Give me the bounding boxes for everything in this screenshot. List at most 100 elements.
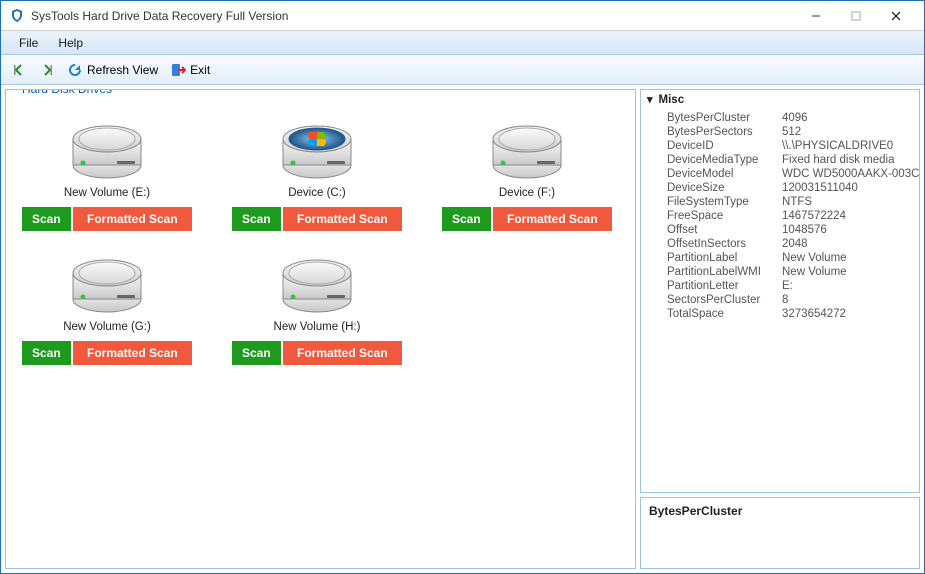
toolbar: Refresh View Exit — [1, 55, 924, 85]
close-button[interactable] — [876, 4, 916, 28]
drives-panel: Hard Disk Drives New Volume (E:)ScanForm… — [5, 89, 636, 569]
property-key: Offset — [667, 224, 782, 236]
maximize-button[interactable] — [836, 4, 876, 28]
property-key: DeviceID — [667, 140, 782, 152]
property-row[interactable]: DeviceModelWDC WD5000AAKX-003CA0 AT — [667, 167, 919, 181]
drive-icon — [277, 121, 357, 181]
drive-icon — [67, 255, 147, 315]
property-row[interactable]: FileSystemTypeNTFS — [667, 195, 919, 209]
properties-header[interactable]: ▾ Misc — [641, 90, 919, 109]
description-panel: BytesPerCluster — [640, 497, 920, 569]
property-row[interactable]: DeviceID\\.\PHYSICALDRIVE0 — [667, 139, 919, 153]
menu-file[interactable]: File — [9, 33, 48, 53]
properties-header-label: Misc — [659, 94, 685, 106]
property-row[interactable]: DeviceSize120031511040 — [667, 181, 919, 195]
menu-help[interactable]: Help — [48, 33, 93, 53]
menubar: File Help — [1, 31, 924, 55]
drive-label: New Volume (E:) — [64, 187, 150, 199]
titlebar: SysTools Hard Drive Data Recovery Full V… — [1, 1, 924, 31]
drive-item[interactable]: Device (F:) ScanFormatted Scan — [442, 121, 612, 231]
property-key: FileSystemType — [667, 196, 782, 208]
property-value: WDC WD5000AAKX-003CA0 AT — [782, 168, 919, 180]
drive-label: Device (F:) — [499, 187, 555, 199]
drive-item[interactable]: New Volume (G:) ScanFormatted Scan — [22, 255, 192, 365]
exit-label: Exit — [190, 63, 210, 77]
exit-button[interactable]: Exit — [166, 60, 214, 80]
property-value: Fixed hard disk media — [782, 154, 919, 166]
drive-label: Device (C:) — [288, 187, 346, 199]
formatted-scan-button[interactable]: Formatted Scan — [493, 207, 612, 231]
property-value: 512 — [782, 126, 919, 138]
property-value: 8 — [782, 294, 919, 306]
drives-panel-title: Hard Disk Drives — [16, 89, 118, 96]
scan-button[interactable]: Scan — [232, 341, 281, 365]
property-value: 2048 — [782, 238, 919, 250]
property-key: PartitionLetter — [667, 280, 782, 292]
property-key: TotalSpace — [667, 308, 782, 320]
property-key: BytesPerSectors — [667, 126, 782, 138]
formatted-scan-button[interactable]: Formatted Scan — [73, 207, 192, 231]
window-title: SysTools Hard Drive Data Recovery Full V… — [31, 9, 796, 23]
formatted-scan-button[interactable]: Formatted Scan — [283, 207, 402, 231]
property-value: \\.\PHYSICALDRIVE0 — [782, 140, 919, 152]
formatted-scan-button[interactable]: Formatted Scan — [73, 341, 192, 365]
property-key: PartitionLabel — [667, 252, 782, 264]
properties-panel: ▾ Misc BytesPerCluster4096BytesPerSector… — [640, 89, 920, 493]
minimize-button[interactable] — [796, 4, 836, 28]
property-row[interactable]: PartitionLabelWMINew Volume — [667, 265, 919, 279]
property-value: 120031511040 — [782, 182, 919, 194]
nav-forward-icon — [39, 62, 55, 78]
property-key: PartitionLabelWMI — [667, 266, 782, 278]
description-title: BytesPerCluster — [649, 504, 742, 518]
property-row[interactable]: BytesPerCluster4096 — [667, 111, 919, 125]
formatted-scan-button[interactable]: Formatted Scan — [283, 341, 402, 365]
drive-icon — [277, 255, 357, 315]
property-key: SectorsPerCluster — [667, 294, 782, 306]
refresh-label: Refresh View — [87, 63, 158, 77]
property-value: New Volume — [782, 266, 919, 278]
drive-item[interactable]: Device (C:) ScanFormatted Scan — [232, 121, 402, 231]
property-value: NTFS — [782, 196, 919, 208]
property-row[interactable]: SectorsPerCluster8 — [667, 293, 919, 307]
drive-icon — [487, 121, 567, 181]
drive-label: New Volume (G:) — [63, 321, 151, 333]
app-icon — [9, 8, 25, 24]
scan-button[interactable]: Scan — [232, 207, 281, 231]
nav-back-button[interactable] — [7, 60, 31, 80]
drive-icon — [67, 121, 147, 181]
right-panel: ▾ Misc BytesPerCluster4096BytesPerSector… — [640, 89, 920, 569]
property-row[interactable]: PartitionLabelNew Volume — [667, 251, 919, 265]
drive-item[interactable]: New Volume (E:) ScanFormatted Scan — [22, 121, 192, 231]
chevron-down-icon: ▾ — [647, 93, 653, 106]
property-value: 1048576 — [782, 224, 919, 236]
property-value: 4096 — [782, 112, 919, 124]
scan-button[interactable]: Scan — [22, 341, 71, 365]
property-row[interactable]: BytesPerSectors512 — [667, 125, 919, 139]
property-key: BytesPerCluster — [667, 112, 782, 124]
nav-back-icon — [11, 62, 27, 78]
main-area: Hard Disk Drives New Volume (E:)ScanForm… — [1, 85, 924, 573]
property-row[interactable]: TotalSpace3273654272 — [667, 307, 919, 321]
property-key: DeviceModel — [667, 168, 782, 180]
refresh-icon — [67, 62, 83, 78]
scan-button[interactable]: Scan — [22, 207, 71, 231]
drive-item[interactable]: New Volume (H:) ScanFormatted Scan — [232, 255, 402, 365]
scan-button[interactable]: Scan — [442, 207, 491, 231]
property-row[interactable]: Offset1048576 — [667, 223, 919, 237]
properties-list: BytesPerCluster4096BytesPerSectors512Dev… — [641, 109, 919, 323]
property-key: FreeSpace — [667, 210, 782, 222]
property-row[interactable]: DeviceMediaTypeFixed hard disk media — [667, 153, 919, 167]
property-value: 1467572224 — [782, 210, 919, 222]
drive-grid: New Volume (E:)ScanFormatted ScanDevice … — [12, 106, 629, 380]
property-key: OffsetInSectors — [667, 238, 782, 250]
refresh-button[interactable]: Refresh View — [63, 60, 162, 80]
property-row[interactable]: FreeSpace1467572224 — [667, 209, 919, 223]
nav-forward-button[interactable] — [35, 60, 59, 80]
exit-icon — [170, 62, 186, 78]
property-row[interactable]: OffsetInSectors2048 — [667, 237, 919, 251]
property-value: New Volume — [782, 252, 919, 264]
property-row[interactable]: PartitionLetterE: — [667, 279, 919, 293]
property-key: DeviceSize — [667, 182, 782, 194]
drive-label: New Volume (H:) — [274, 321, 361, 333]
property-key: DeviceMediaType — [667, 154, 782, 166]
